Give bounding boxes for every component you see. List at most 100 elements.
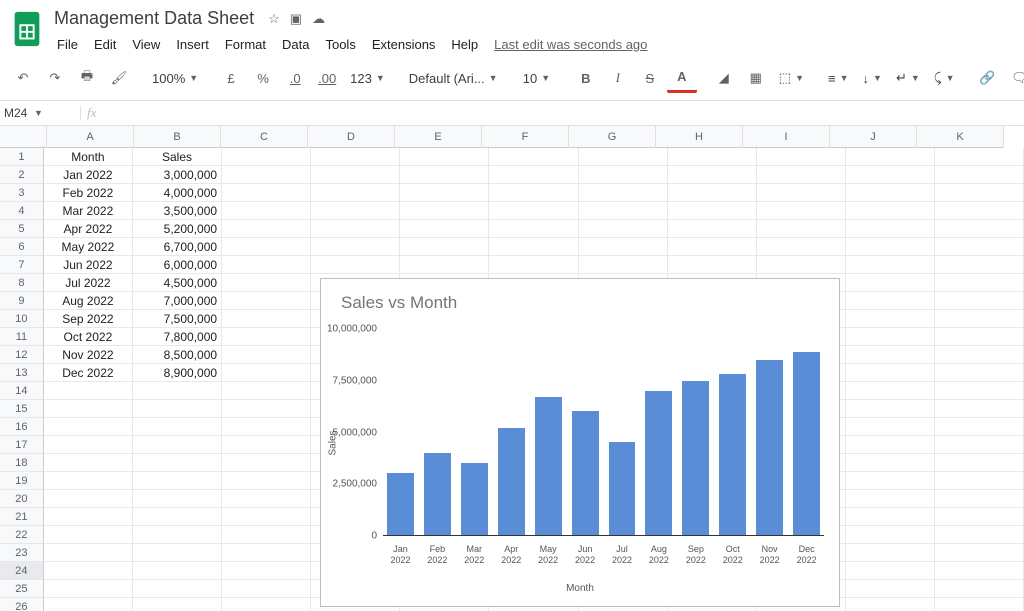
cell-D6[interactable] [311, 238, 400, 256]
cell-A26[interactable] [44, 598, 133, 611]
cell-J22[interactable] [846, 526, 935, 544]
cell-A18[interactable] [44, 454, 133, 472]
cell-C1[interactable] [222, 148, 311, 166]
chart-bar[interactable] [535, 397, 562, 535]
row-header[interactable]: 10 [0, 310, 44, 328]
chart-bar[interactable] [645, 391, 672, 535]
column-header-D[interactable]: D [308, 126, 395, 148]
cell-K26[interactable] [935, 598, 1024, 611]
cell-A4[interactable]: Mar 2022 [44, 202, 133, 220]
cell-A3[interactable]: Feb 2022 [44, 184, 133, 202]
row-header[interactable]: 6 [0, 238, 44, 256]
cell-B20[interactable] [133, 490, 222, 508]
cell-C18[interactable] [222, 454, 311, 472]
formula-input[interactable] [102, 101, 1024, 125]
cell-A17[interactable] [44, 436, 133, 454]
cell-J24[interactable] [846, 562, 935, 580]
cell-A14[interactable] [44, 382, 133, 400]
menu-tools[interactable]: Tools [318, 33, 362, 56]
cell-C24[interactable] [222, 562, 311, 580]
cell-C8[interactable] [222, 274, 311, 292]
cell-J12[interactable] [846, 346, 935, 364]
cell-B4[interactable]: 3,500,000 [133, 202, 222, 220]
cell-J17[interactable] [846, 436, 935, 454]
cell-B3[interactable]: 4,000,000 [133, 184, 222, 202]
row-header[interactable]: 17 [0, 436, 44, 454]
cell-D1[interactable] [311, 148, 400, 166]
cell-B1[interactable]: Sales [133, 148, 222, 166]
chart-bar[interactable] [572, 411, 599, 535]
cell-K11[interactable] [935, 328, 1024, 346]
cell-A5[interactable]: Apr 2022 [44, 220, 133, 238]
cell-J20[interactable] [846, 490, 935, 508]
cell-E1[interactable] [400, 148, 489, 166]
cell-J18[interactable] [846, 454, 935, 472]
cell-B18[interactable] [133, 454, 222, 472]
row-header[interactable]: 21 [0, 508, 44, 526]
v-align-dropdown[interactable]: ↓▼ [857, 65, 888, 91]
chart-bar[interactable] [609, 442, 636, 535]
cell-D3[interactable] [311, 184, 400, 202]
cell-K8[interactable] [935, 274, 1024, 292]
chart-bar[interactable] [756, 360, 783, 535]
cell-A13[interactable]: Dec 2022 [44, 364, 133, 382]
cell-G4[interactable] [579, 202, 668, 220]
cell-A20[interactable] [44, 490, 133, 508]
cell-J1[interactable] [846, 148, 935, 166]
italic-button[interactable]: I [603, 65, 633, 91]
wrap-dropdown[interactable]: ↵▼ [890, 65, 926, 91]
cell-J25[interactable] [846, 580, 935, 598]
cell-B2[interactable]: 3,000,000 [133, 166, 222, 184]
cell-K18[interactable] [935, 454, 1024, 472]
cell-J11[interactable] [846, 328, 935, 346]
cell-B15[interactable] [133, 400, 222, 418]
cell-J7[interactable] [846, 256, 935, 274]
h-align-dropdown[interactable]: ≡▼ [822, 65, 855, 91]
cell-H5[interactable] [668, 220, 757, 238]
cell-C7[interactable] [222, 256, 311, 274]
cell-K15[interactable] [935, 400, 1024, 418]
bold-button[interactable]: B [571, 65, 601, 91]
row-header[interactable]: 16 [0, 418, 44, 436]
cell-C21[interactable] [222, 508, 311, 526]
cell-D2[interactable] [311, 166, 400, 184]
cell-K24[interactable] [935, 562, 1024, 580]
row-header[interactable]: 4 [0, 202, 44, 220]
cell-K13[interactable] [935, 364, 1024, 382]
cell-H1[interactable] [668, 148, 757, 166]
last-edit-link[interactable]: Last edit was seconds ago [487, 33, 654, 56]
chart-bar[interactable] [424, 453, 451, 535]
percent-button[interactable]: % [248, 65, 278, 91]
cell-B21[interactable] [133, 508, 222, 526]
cell-C17[interactable] [222, 436, 311, 454]
cell-A15[interactable] [44, 400, 133, 418]
chart-bar[interactable] [461, 463, 488, 535]
cell-I1[interactable] [757, 148, 846, 166]
cell-K3[interactable] [935, 184, 1024, 202]
cell-C4[interactable] [222, 202, 311, 220]
cell-H2[interactable] [668, 166, 757, 184]
cell-J6[interactable] [846, 238, 935, 256]
cell-K19[interactable] [935, 472, 1024, 490]
cell-K14[interactable] [935, 382, 1024, 400]
cell-A21[interactable] [44, 508, 133, 526]
cell-G7[interactable] [579, 256, 668, 274]
cell-F7[interactable] [489, 256, 578, 274]
cell-A22[interactable] [44, 526, 133, 544]
cell-F2[interactable] [489, 166, 578, 184]
cell-G5[interactable] [579, 220, 668, 238]
cell-E4[interactable] [400, 202, 489, 220]
menu-edit[interactable]: Edit [87, 33, 123, 56]
cell-C19[interactable] [222, 472, 311, 490]
column-header-K[interactable]: K [917, 126, 1004, 148]
cell-E6[interactable] [400, 238, 489, 256]
cell-K5[interactable] [935, 220, 1024, 238]
cell-C11[interactable] [222, 328, 311, 346]
cell-J23[interactable] [846, 544, 935, 562]
cell-C6[interactable] [222, 238, 311, 256]
cell-B13[interactable]: 8,900,000 [133, 364, 222, 382]
cell-J2[interactable] [846, 166, 935, 184]
cell-E5[interactable] [400, 220, 489, 238]
cell-B7[interactable]: 6,000,000 [133, 256, 222, 274]
cell-F5[interactable] [489, 220, 578, 238]
